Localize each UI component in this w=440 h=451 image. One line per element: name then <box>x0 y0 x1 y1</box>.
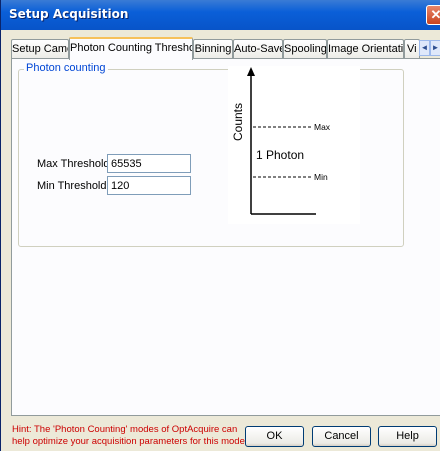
threshold-diagram-svg: Counts 1 Photon Max Min <box>231 67 331 215</box>
tab-vi[interactable]: Vi <box>404 39 420 59</box>
ok-button[interactable]: OK <box>245 426 304 447</box>
min-threshold-label: Min Threshold <box>37 180 107 192</box>
min-threshold-input[interactable] <box>107 176 191 195</box>
y-axis-label: Counts <box>231 103 245 141</box>
scroll-left-icon[interactable]: ◄ <box>419 40 430 56</box>
title-bar[interactable]: Setup Acquisition ✕ <box>1 0 440 30</box>
tab-photon-counting-threshold[interactable]: Photon Counting Threshold <box>69 37 193 60</box>
close-button[interactable]: ✕ <box>426 5 440 25</box>
cancel-button[interactable]: Cancel <box>312 426 371 447</box>
tab-auto-save[interactable]: Auto-Save <box>233 39 283 59</box>
close-icon: ✕ <box>430 7 440 22</box>
tab-setup-camera[interactable]: Setup Camera <box>11 39 69 59</box>
tab-label: Binning <box>194 43 232 55</box>
group-title: Photon counting <box>24 62 108 74</box>
threshold-diagram: Counts 1 Photon Max Min <box>228 66 360 224</box>
tab-image-orientation[interactable]: Image Orientation <box>327 39 404 59</box>
tab-scroll-buttons: ◄ ► <box>419 40 440 56</box>
tab-strip: Setup Camera Photon Counting Threshold B… <box>11 37 440 60</box>
center-label: 1 Photon <box>256 148 304 162</box>
scroll-right-icon[interactable]: ► <box>430 40 440 56</box>
hint-text: Hint: The 'Photon Counting' modes of Opt… <box>12 424 245 447</box>
help-button[interactable]: Help <box>378 426 437 447</box>
max-threshold-input[interactable] <box>107 154 191 173</box>
max-label: Max <box>314 122 331 132</box>
setup-acquisition-dialog: Setup Acquisition ✕ Setup Camera Photon … <box>0 0 440 451</box>
max-threshold-label: Max Threshold <box>37 158 110 170</box>
window-title: Setup Acquisition <box>9 7 129 21</box>
tab-label: Spooling <box>284 43 327 55</box>
tab-label: Setup Camera <box>12 43 68 55</box>
y-axis-arrow-icon <box>247 67 255 76</box>
tab-label: Photon Counting Threshold <box>70 42 193 54</box>
tab-label: Auto-Save <box>234 43 283 55</box>
min-label: Min <box>314 172 328 182</box>
tab-label: Image Orientation <box>328 43 404 55</box>
tab-spooling[interactable]: Spooling <box>283 39 327 59</box>
tab-label: Vi <box>407 43 417 55</box>
tab-binning[interactable]: Binning <box>193 39 233 59</box>
